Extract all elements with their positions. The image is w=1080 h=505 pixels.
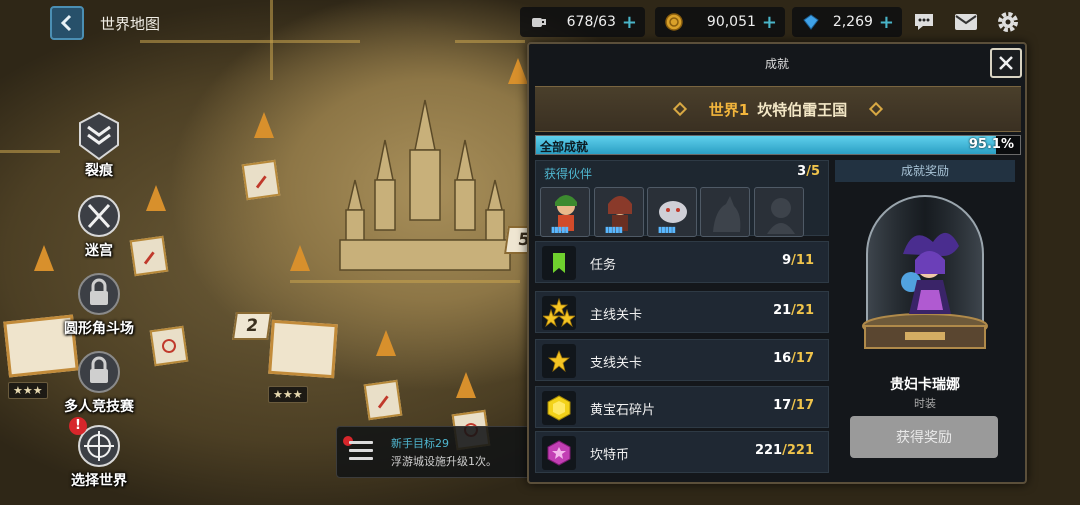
companions-count: 3/5 (797, 164, 820, 179)
panel-title: 成就 (764, 57, 789, 71)
story-card[interactable] (268, 319, 338, 379)
castle-illustration (339, 99, 511, 271)
menu-colosseum-label: 圆形角斗场 (64, 321, 134, 337)
gold-coin-icon (663, 11, 685, 33)
row-value: 17/17 (773, 398, 814, 413)
settings-button[interactable] (992, 7, 1024, 37)
star-icon (542, 344, 576, 378)
companion-portrait[interactable]: ▮▮▮▮▮ (647, 187, 697, 237)
chat-button[interactable] (908, 7, 940, 37)
overall-progress-bar: 全部成就 95.1% (535, 135, 1021, 155)
stage-tile[interactable] (241, 159, 281, 201)
reward-type: 时装 (914, 397, 936, 410)
companions-label: 获得伙伴 (544, 167, 593, 181)
coffee-icon (528, 11, 550, 33)
overall-progress-percent: 95.1% (968, 137, 1014, 152)
mail-button[interactable] (950, 7, 982, 37)
gear-icon (998, 12, 1018, 32)
row-value: 221/221 (754, 443, 814, 458)
companion-portrait[interactable]: ▮▮▮▮▮ (594, 187, 644, 237)
stage-number-badge: 2 (232, 312, 272, 340)
achievement-row-quests[interactable]: 任务 9/11 (535, 241, 829, 283)
gem-resource[interactable]: 2,269 + (792, 7, 902, 37)
reward-name: 贵妇卡瑞娜 (890, 377, 960, 393)
close-icon (999, 56, 1013, 70)
achievement-panel: 成就 世界1 坎特伯雷王国 全部成就 95.1% 获得伙伴 3/5 ▮▮▮▮▮ … (527, 42, 1027, 484)
stamina-value: 678/63 (566, 14, 616, 30)
companion-locked-portrait[interactable] (754, 187, 804, 237)
diamond-ornament-icon (672, 101, 687, 117)
row-label: 主线关卡 (590, 308, 643, 323)
gold-gem-icon (542, 391, 576, 425)
diamond-ornament-icon (869, 101, 884, 117)
colosseum-locked-icon (73, 268, 125, 320)
newbie-goal-title: 新手目标29 (391, 437, 449, 450)
companion-portrait[interactable]: ▮▮▮▮▮ (540, 187, 590, 237)
menu-multiplayer-label: 多人竞技赛 (64, 399, 134, 415)
menu-colosseum[interactable]: 圆形角斗场 (44, 268, 154, 338)
achievement-reward: 成就奖励 贵妇卡瑞娜 时装 获得奖励 (835, 160, 1015, 476)
gold-resource[interactable]: 90,051 + (655, 7, 785, 37)
canterbury-coin-icon (542, 436, 576, 470)
companion-locked-portrait[interactable] (700, 187, 750, 237)
newbie-goal-widget[interactable]: 新手目标29 浮游城设施升级1次。 (336, 426, 532, 478)
achievement-row-side-stages[interactable]: 支线关卡 16/17 (535, 339, 829, 381)
row-value: 21/21 (773, 303, 814, 318)
add-gold-icon[interactable]: + (762, 12, 785, 33)
menu-multiplayer[interactable]: 多人竞技赛 (44, 346, 154, 416)
gem-icon (800, 11, 822, 33)
stage-stars: ★★★ (8, 382, 48, 399)
menu-labyrinth-label: 迷宫 (85, 243, 113, 259)
newbie-goal-desc: 浮游城设施升级1次。 (391, 455, 497, 468)
row-label: 黄宝石碎片 (590, 403, 656, 418)
row-label: 任务 (590, 258, 617, 273)
rift-emblem-icon (73, 110, 125, 162)
chevron-left-icon (60, 14, 72, 32)
add-stamina-icon[interactable]: + (622, 12, 645, 33)
rank-bars: ▮▮▮▮▮ (658, 225, 676, 234)
stage-tile[interactable] (363, 379, 403, 421)
achievement-row-canterbury-coins[interactable]: 坎特币 221/221 (535, 431, 829, 473)
page-title: 世界地图 (100, 15, 161, 33)
multiplayer-locked-icon (73, 346, 125, 398)
menu-world-select[interactable]: 选择世界 (44, 420, 154, 490)
world-banner: 世界1 坎特伯雷王国 (535, 86, 1021, 132)
costume-display-dome (862, 195, 988, 349)
reward-header: 成就奖励 (835, 160, 1015, 182)
row-value: 9/11 (782, 253, 814, 268)
achievement-row-topaz-shards[interactable]: 黄宝石碎片 17/17 (535, 386, 829, 428)
menu-rift-label: 裂痕 (85, 163, 113, 179)
stamina-resource[interactable]: 678/63 + (520, 7, 645, 37)
row-label: 坎特币 (590, 448, 630, 463)
companions-box: 获得伙伴 3/5 ▮▮▮▮▮ ▮▮▮▮▮ ▮▮▮▮▮ (535, 160, 829, 237)
chat-icon (915, 14, 933, 30)
achievement-row-main-stages[interactable]: 主线关卡 21/21 (535, 291, 829, 333)
menu-rift[interactable]: 裂痕 (44, 110, 154, 180)
stage-tile[interactable] (149, 325, 189, 367)
menu-world-select-label: 选择世界 (71, 473, 127, 489)
add-gem-icon[interactable]: + (879, 12, 902, 33)
claim-reward-button[interactable]: 获得奖励 (850, 416, 998, 458)
close-button[interactable] (990, 48, 1022, 78)
mail-icon (955, 14, 977, 30)
gem-value: 2,269 (832, 14, 873, 30)
rank-bars: ▮▮▮▮▮ (551, 225, 569, 234)
stage-stars: ★★★ (268, 386, 308, 403)
menu-labyrinth[interactable]: 迷宫 (44, 190, 154, 260)
labyrinth-emblem-icon (73, 190, 125, 242)
overall-progress-fill (536, 136, 997, 154)
triple-star-icon (542, 296, 576, 330)
rank-bars: ▮▮▮▮▮ (605, 225, 623, 234)
back-button[interactable] (50, 6, 84, 40)
row-label: 支线关卡 (590, 356, 643, 371)
world-name: 坎特伯雷王国 (757, 100, 848, 119)
bookmark-icon (542, 246, 576, 280)
world-number: 世界1 (708, 100, 750, 119)
gold-value: 90,051 (706, 14, 756, 30)
alert-badge: ! (69, 417, 87, 435)
overall-progress-label: 全部成就 (540, 140, 589, 154)
menu-icon[interactable] (349, 441, 373, 465)
row-value: 16/17 (773, 351, 814, 366)
